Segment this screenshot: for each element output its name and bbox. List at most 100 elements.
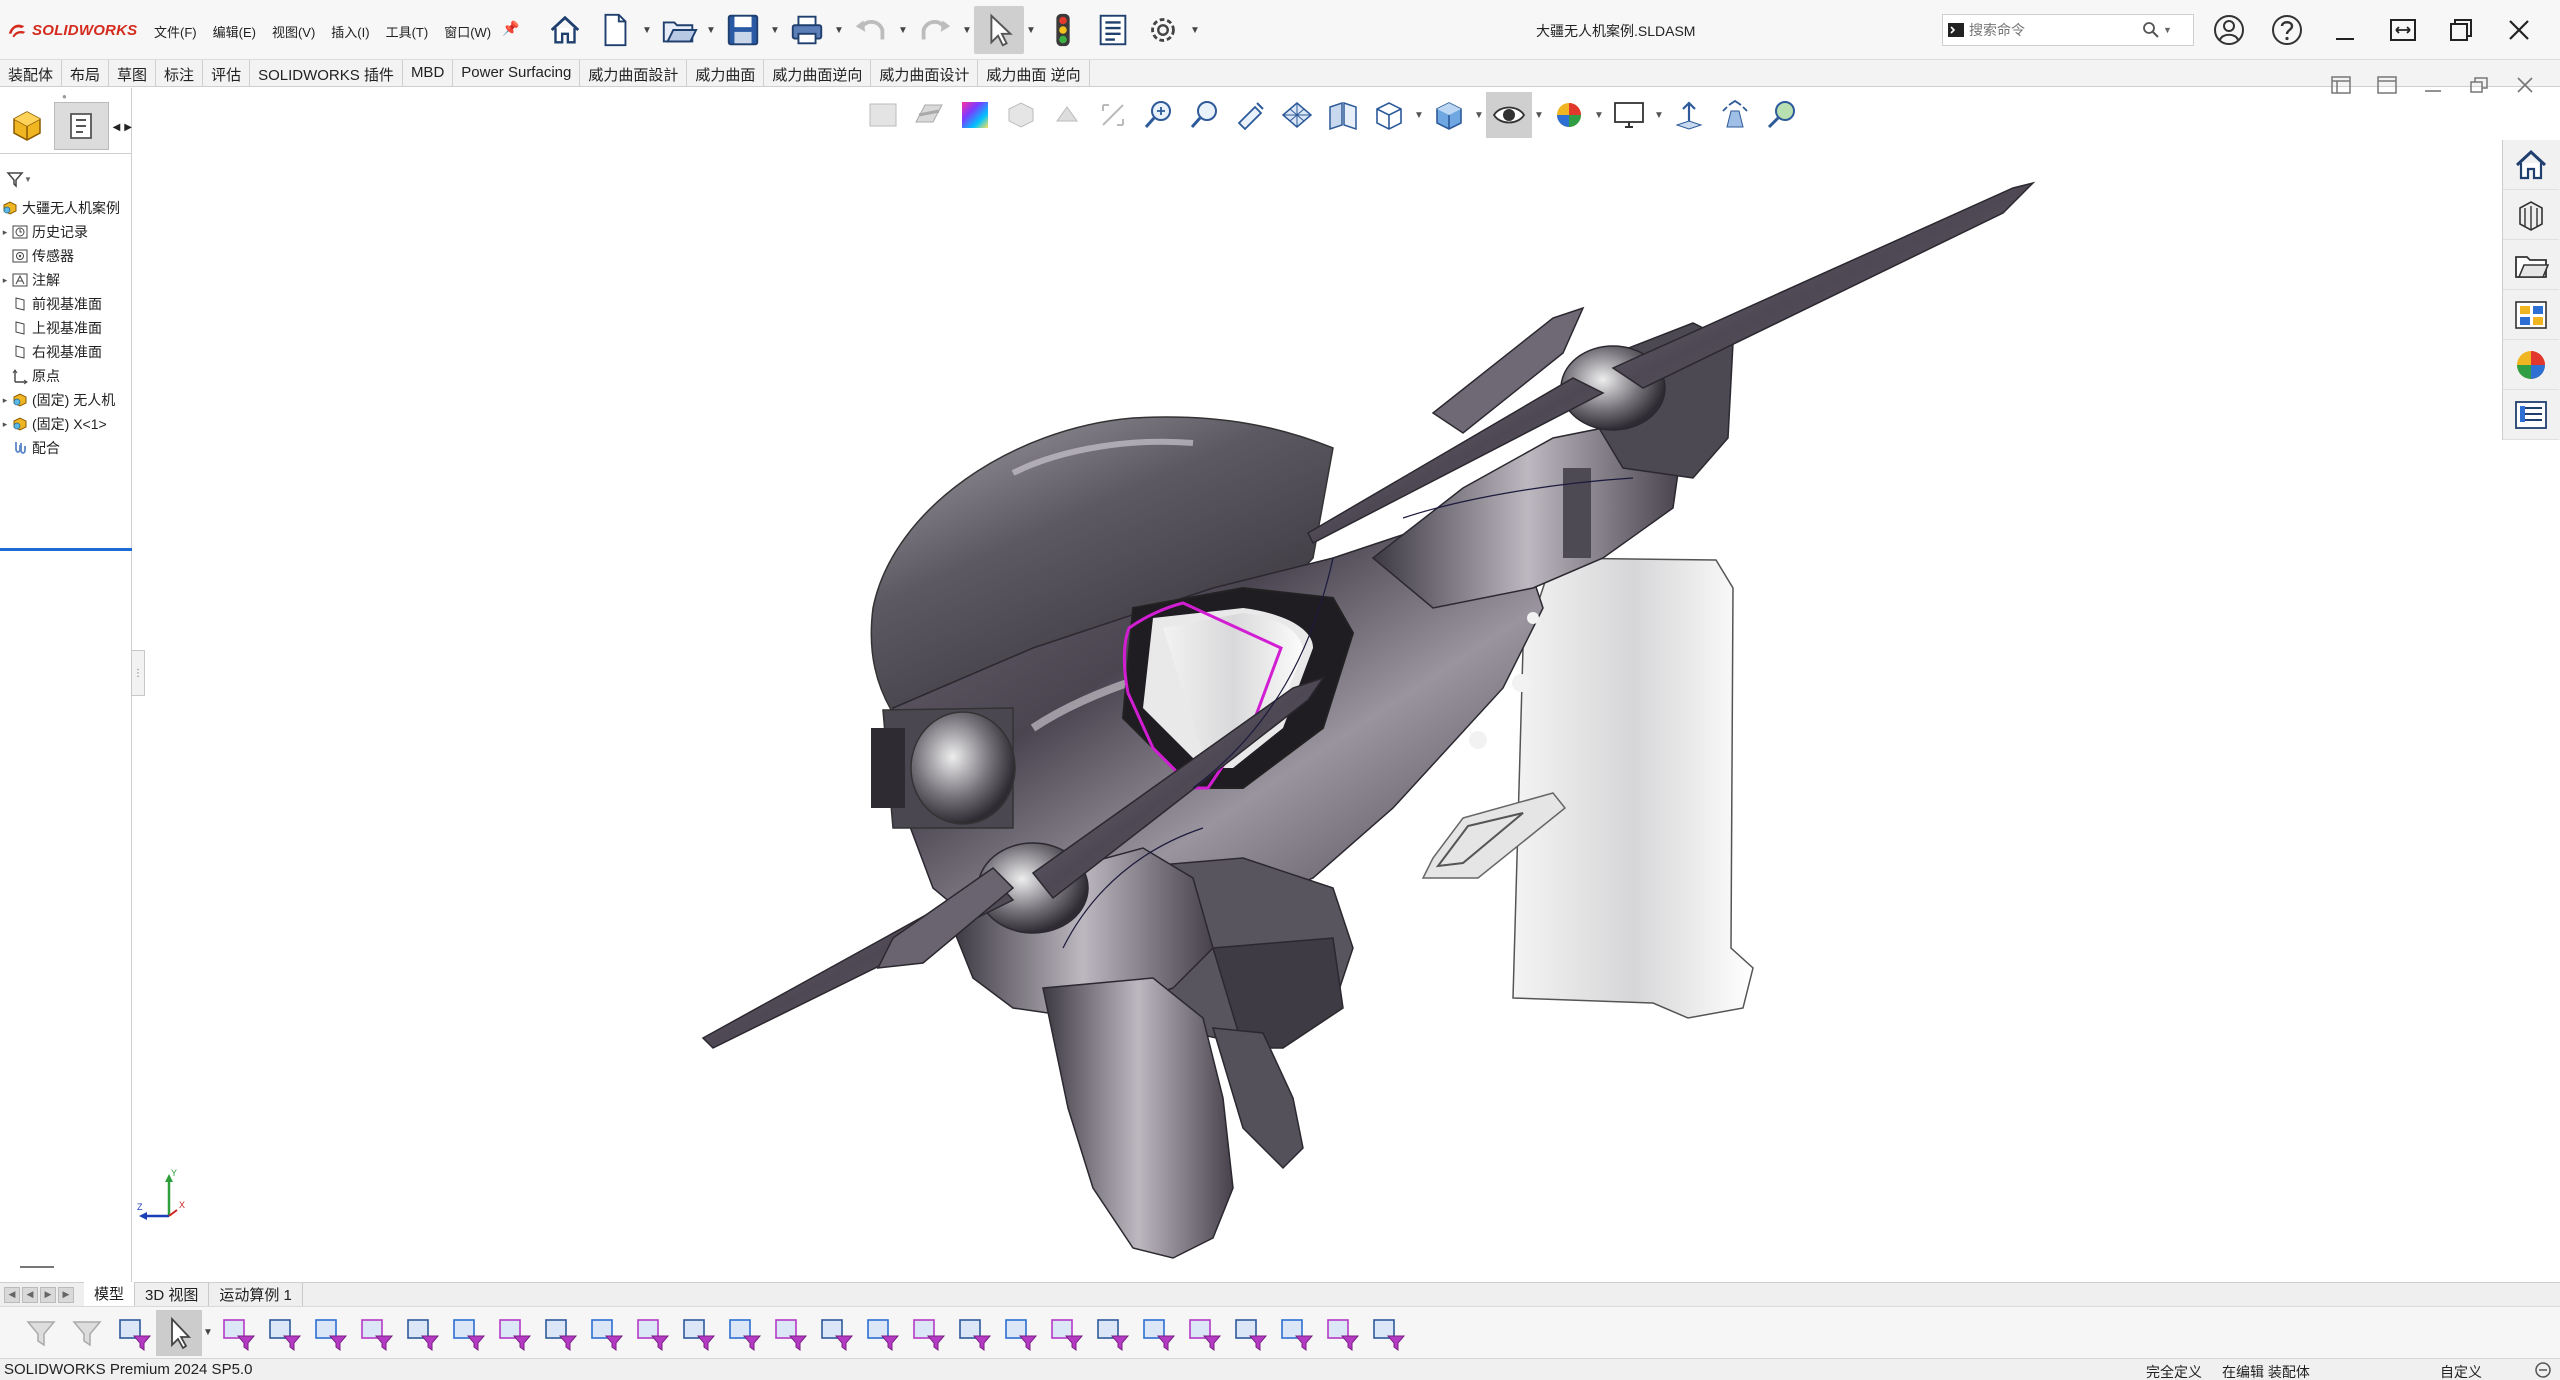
rendering-tools-button[interactable] bbox=[1712, 92, 1758, 138]
filter-solid-bodies-button[interactable] bbox=[444, 1310, 490, 1356]
filter-edges-button[interactable] bbox=[306, 1310, 352, 1356]
filter-dimensions-button[interactable] bbox=[766, 1310, 812, 1356]
status-options-icon[interactable] bbox=[2534, 1361, 2552, 1380]
tab-motion-study[interactable]: 运动算例 1 bbox=[209, 1283, 303, 1306]
expand-arrow-icon[interactable]: ▸ bbox=[0, 227, 10, 238]
viewport-maximize-button[interactable] bbox=[2374, 72, 2400, 98]
filter-sketch-segments-button[interactable] bbox=[628, 1310, 674, 1356]
tree-item-x-component[interactable]: ▸ (固定) X<1> bbox=[0, 412, 132, 436]
pan-button[interactable] bbox=[1228, 92, 1274, 138]
filter-blocks-button[interactable] bbox=[1088, 1310, 1134, 1356]
expand-arrow-icon[interactable]: ▸ bbox=[0, 275, 10, 286]
home-button[interactable] bbox=[540, 6, 590, 54]
filter-centermarks-button[interactable] bbox=[720, 1310, 766, 1356]
menu-edit[interactable]: 编辑(E) bbox=[205, 22, 264, 41]
tree-item-right-plane[interactable]: 右视基准面 bbox=[0, 340, 132, 364]
drone-3d-model[interactable] bbox=[133, 88, 2500, 1286]
filter-vertices-button[interactable] bbox=[260, 1310, 306, 1356]
tree-item-origin[interactable]: 原点 bbox=[0, 364, 132, 388]
tab-power-surfacing-reverse[interactable]: 威力曲面逆向 bbox=[764, 60, 872, 86]
prev-tab-icon[interactable]: ◀ bbox=[22, 1286, 38, 1303]
last-tab-icon[interactable]: ▶ bbox=[58, 1286, 74, 1303]
first-tab-icon[interactable]: ◀ bbox=[4, 1286, 20, 1303]
tree-filter[interactable]: ▼ bbox=[6, 168, 38, 190]
solidworks-logo[interactable]: SOLIDWORKS bbox=[6, 18, 137, 42]
filter-datum-targets-button[interactable] bbox=[996, 1310, 1042, 1356]
minimize-button[interactable] bbox=[2316, 8, 2374, 52]
restore-button[interactable] bbox=[2432, 8, 2490, 52]
tree-item-mates[interactable]: 配合 bbox=[0, 436, 132, 460]
graphics-area[interactable]: Y Z X bbox=[133, 88, 2500, 1286]
task-pane-view-palette[interactable] bbox=[2503, 290, 2559, 340]
filter-sketch-points-button[interactable] bbox=[674, 1310, 720, 1356]
filter-dropdown-icon[interactable]: ▼ bbox=[24, 175, 32, 184]
view-orientation-button[interactable] bbox=[1366, 92, 1412, 138]
menu-insert[interactable]: 插入(I) bbox=[323, 22, 377, 41]
options-button[interactable] bbox=[1138, 6, 1188, 54]
select-button[interactable] bbox=[974, 6, 1024, 54]
search-icon[interactable] bbox=[2139, 15, 2163, 45]
move-component-button[interactable] bbox=[1044, 92, 1090, 138]
tree-item-top-plane[interactable]: 上视基准面 bbox=[0, 316, 132, 340]
viewport-minimize-button[interactable] bbox=[2420, 72, 2446, 98]
viewport-close-button[interactable] bbox=[2512, 72, 2538, 98]
zoom-to-fit-button[interactable] bbox=[1090, 92, 1136, 138]
select-other-button[interactable] bbox=[214, 1310, 260, 1356]
previous-view-button[interactable] bbox=[860, 92, 906, 138]
unit-system[interactable]: 自定义 bbox=[2440, 1362, 2482, 1380]
edit-appearance-button[interactable] bbox=[1546, 92, 1592, 138]
tree-root[interactable]: 大疆无人机案例 bbox=[0, 196, 132, 220]
viewport-restore-button[interactable] bbox=[2466, 72, 2492, 98]
hide-show-items-button[interactable] bbox=[1486, 92, 1532, 138]
filter-notes-button[interactable] bbox=[904, 1310, 950, 1356]
menu-window[interactable]: 窗口(W) bbox=[436, 22, 499, 41]
filter-connection-points-button[interactable] bbox=[1180, 1310, 1226, 1356]
tree-item-drone-component[interactable]: ▸ (固定) 无人机 bbox=[0, 388, 132, 412]
new-document-button[interactable] bbox=[590, 6, 640, 54]
print-button[interactable] bbox=[782, 6, 832, 54]
close-button[interactable] bbox=[2490, 8, 2548, 52]
tab-power-surfacing-cn[interactable]: 威力曲面 bbox=[687, 60, 765, 86]
search-input[interactable] bbox=[1969, 16, 2139, 44]
menu-tools[interactable]: 工具(T) bbox=[378, 22, 437, 41]
pin-menu-icon[interactable]: 📌 bbox=[502, 20, 519, 37]
tree-item-front-plane[interactable]: 前视基准面 bbox=[0, 292, 132, 316]
tab-evaluate[interactable]: 评估 bbox=[203, 60, 251, 86]
tab-solidworks-addins[interactable]: SOLIDWORKS 插件 bbox=[250, 60, 403, 86]
options-dropdown-caret[interactable]: ▼ bbox=[1188, 6, 1202, 54]
realview-button[interactable] bbox=[1758, 92, 1804, 138]
panel-splitter[interactable]: ⋮ bbox=[131, 650, 145, 696]
rebuild-button[interactable] bbox=[1038, 6, 1088, 54]
apply-scene-button[interactable] bbox=[1606, 92, 1652, 138]
search-commands-box[interactable]: ▼ bbox=[1942, 14, 2194, 46]
redo-button[interactable] bbox=[910, 6, 960, 54]
viewport-tile-button[interactable] bbox=[2328, 72, 2354, 98]
filter-planes-button[interactable] bbox=[536, 1310, 582, 1356]
filter-off-button[interactable] bbox=[64, 1310, 110, 1356]
tab-3d-views[interactable]: 3D 视图 bbox=[135, 1283, 210, 1306]
task-pane-appearances[interactable] bbox=[2503, 340, 2559, 390]
tab-sketch[interactable]: 草图 bbox=[109, 60, 157, 86]
select-pointer-button[interactable] bbox=[156, 1309, 202, 1356]
view-settings-button[interactable] bbox=[1666, 92, 1712, 138]
tab-mbd[interactable]: MBD bbox=[403, 60, 454, 86]
undo-dropdown-caret[interactable]: ▼ bbox=[896, 6, 910, 54]
select-filter-caret[interactable]: ▼ bbox=[202, 1327, 214, 1338]
tree-item-annotations[interactable]: ▸ 注解 bbox=[0, 268, 132, 292]
tab-markup[interactable]: 标注 bbox=[156, 60, 204, 86]
filter-mid-points-button[interactable] bbox=[1272, 1310, 1318, 1356]
tab-assembly[interactable]: 装配体 bbox=[0, 60, 63, 86]
section-view-button[interactable] bbox=[906, 92, 952, 138]
tab-power-surfacing[interactable]: Power Surfacing bbox=[453, 60, 581, 86]
zoom-in-button[interactable] bbox=[1136, 92, 1182, 138]
tab-model[interactable]: 模型 bbox=[84, 1282, 136, 1307]
rollback-bar[interactable] bbox=[0, 548, 132, 551]
task-pane-resources[interactable] bbox=[2503, 140, 2559, 190]
tab-power-surfacing-design[interactable]: 威力曲面设计 bbox=[871, 60, 979, 86]
tree-item-history[interactable]: ▸ 历史记录 bbox=[0, 220, 132, 244]
property-manager-tab[interactable] bbox=[54, 102, 109, 150]
filter-points-button[interactable] bbox=[582, 1310, 628, 1356]
tab-power-surfacing-design-tw[interactable]: 威力曲面設計 bbox=[580, 60, 688, 86]
appearance-palette-button[interactable] bbox=[952, 92, 998, 138]
file-properties-button[interactable] bbox=[1088, 6, 1138, 54]
